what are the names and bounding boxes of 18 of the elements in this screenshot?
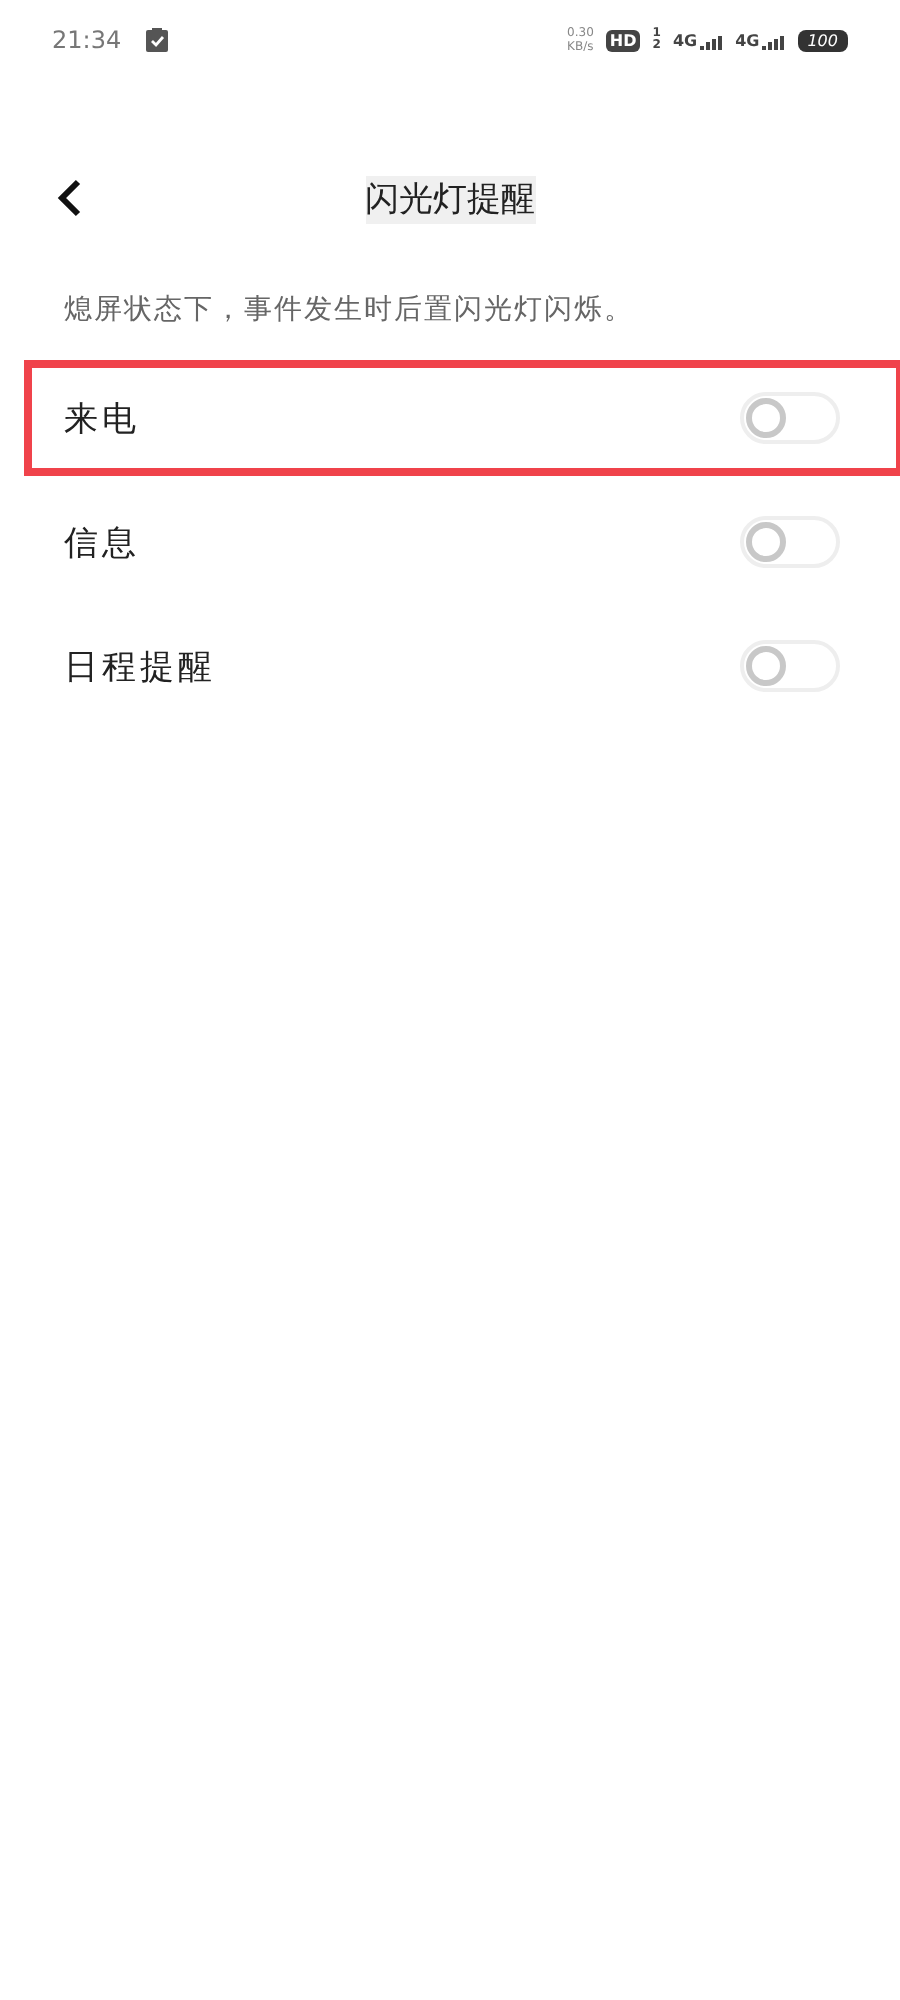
- back-button[interactable]: [56, 178, 84, 218]
- page-title: 闪光灯提醒: [365, 175, 535, 223]
- hd-badge: HD: [605, 29, 641, 51]
- toggle-switch[interactable]: [740, 392, 840, 444]
- setting-label: 日程提醒: [64, 645, 218, 689]
- network-type: 4G: [735, 31, 760, 49]
- signal-icon: [699, 35, 724, 49]
- toggle-switch[interactable]: [740, 516, 840, 568]
- back-icon: [56, 178, 84, 218]
- toggle-switch[interactable]: [740, 640, 840, 692]
- battery-level: 100: [797, 29, 848, 51]
- setting-label: 信息: [64, 521, 142, 565]
- signal-icon: [761, 35, 786, 49]
- clock-time: 21:34: [52, 26, 122, 54]
- network-type: 4G: [672, 31, 698, 49]
- setting-label: 来电: [64, 397, 142, 441]
- description-text: 熄屏状态下，事件发生时后置闪光灯闪烁。: [64, 294, 634, 326]
- clipboard-check-icon: [145, 28, 168, 52]
